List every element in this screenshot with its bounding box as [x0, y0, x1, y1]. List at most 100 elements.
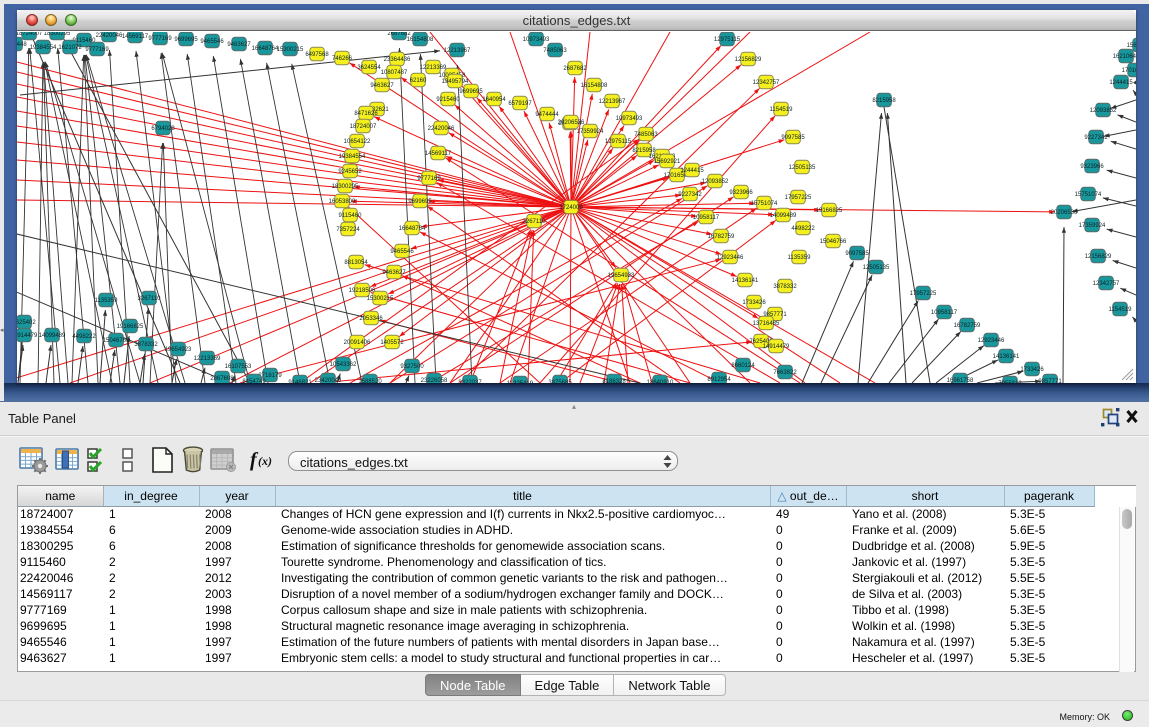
svg-text:3624554: 3624554	[357, 65, 381, 71]
svg-text:17957225: 17957225	[910, 291, 937, 297]
svg-text:15751074: 15751074	[751, 201, 778, 207]
svg-text:19654923: 19654923	[608, 273, 635, 279]
svg-text:20206536: 20206536	[558, 120, 585, 126]
svg-text:8322037: 8322037	[458, 380, 482, 383]
svg-text:16648764: 16648764	[399, 226, 426, 232]
svg-text:12156829: 12156829	[1085, 254, 1112, 260]
svg-text:8660124: 8660124	[731, 363, 755, 369]
svg-text:16782759: 16782759	[708, 234, 735, 240]
svg-text:9463627: 9463627	[370, 83, 394, 89]
svg-text:9463627: 9463627	[382, 270, 406, 276]
svg-text:15300215: 15300215	[367, 296, 394, 302]
svg-text:15692921: 15692921	[654, 159, 681, 165]
svg-text:16648764: 16648764	[252, 46, 279, 52]
svg-text:12975115: 12975115	[714, 37, 741, 43]
svg-text:12342757: 12342757	[753, 80, 780, 86]
svg-text:14136141: 14136141	[993, 354, 1020, 360]
svg-text:4498222: 4498222	[791, 226, 815, 232]
svg-text:8215958: 8215958	[872, 98, 896, 104]
svg-text:16107553: 16107553	[225, 364, 252, 370]
svg-text:12342757: 12342757	[1093, 281, 1120, 287]
svg-text:9227342: 9227342	[678, 192, 702, 198]
svg-text:12213369: 12213369	[420, 65, 447, 71]
svg-text:14569117: 14569117	[425, 151, 452, 157]
svg-text:3267110: 3267110	[523, 219, 547, 225]
svg-text:19166825: 19166825	[117, 324, 144, 330]
svg-text:9227342: 9227342	[1084, 135, 1108, 141]
svg-text:22420046: 22420046	[96, 33, 123, 39]
svg-text:14914479: 14914479	[763, 344, 790, 350]
svg-text:16210643: 16210643	[1113, 54, 1136, 60]
svg-text:8990448: 8990448	[17, 42, 27, 48]
svg-text:9857771: 9857771	[1038, 379, 1062, 383]
svg-text:10654122: 10654122	[344, 139, 371, 145]
svg-text:12923446: 12923446	[978, 338, 1005, 344]
svg-text:23420046: 23420046	[315, 378, 342, 383]
svg-text:18640910: 18640910	[647, 380, 674, 383]
svg-text:12505135: 12505135	[863, 265, 890, 271]
svg-text:9699695: 9699695	[459, 89, 483, 95]
svg-text:10958117: 10958117	[931, 310, 958, 316]
svg-text:3267110: 3267110	[138, 296, 162, 302]
svg-text:15046766: 15046766	[103, 338, 130, 344]
svg-text:15692921: 15692921	[1127, 43, 1136, 49]
svg-text:18724007: 18724007	[17, 32, 43, 37]
svg-text:17359924: 17359924	[1079, 223, 1106, 229]
svg-text:8471626: 8471626	[354, 111, 378, 117]
svg-text:12093852: 12093852	[702, 179, 729, 185]
svg-text:9474444: 9474444	[535, 112, 559, 118]
svg-text:1405572: 1405572	[380, 340, 404, 346]
svg-text:14569117: 14569117	[122, 34, 149, 40]
svg-text:10958117: 10958117	[693, 215, 720, 221]
svg-text:19166825: 19166825	[816, 208, 843, 214]
svg-text:12923446: 12923446	[717, 255, 744, 261]
svg-text:9115460: 9115460	[339, 213, 363, 219]
svg-text:1640954: 1640954	[482, 97, 506, 103]
svg-text:9777169: 9777169	[417, 176, 441, 182]
svg-text:1724009: 1724009	[559, 205, 583, 211]
svg-text:20206536: 20206536	[1051, 210, 1078, 216]
svg-text:10543362: 10543362	[330, 362, 357, 368]
svg-text:7625402: 7625402	[17, 320, 36, 326]
svg-text:3878332: 3878332	[773, 284, 797, 290]
svg-text:1244415: 1244415	[680, 168, 704, 174]
svg-text:19218506: 19218506	[349, 288, 376, 294]
svg-text:2053346: 2053346	[359, 316, 383, 322]
svg-text:9465546: 9465546	[390, 249, 414, 255]
svg-text:17957225: 17957225	[785, 195, 812, 201]
svg-text:16053809: 16053809	[329, 199, 356, 205]
svg-text:6579197: 6579197	[508, 101, 532, 107]
svg-text:12213967: 12213967	[599, 99, 626, 105]
svg-text:23226058: 23226058	[421, 378, 448, 383]
svg-text:19654923: 19654923	[165, 347, 192, 353]
svg-text:9097585: 9097585	[781, 135, 805, 141]
svg-text:20091406: 20091406	[344, 340, 371, 346]
svg-text:9699695: 9699695	[174, 37, 198, 43]
svg-text:9146821: 9146821	[288, 380, 312, 383]
svg-text:12213369: 12213369	[194, 356, 221, 362]
svg-text:9097585: 9097585	[845, 251, 869, 257]
svg-text:23364436: 23364436	[384, 57, 411, 63]
svg-text:15046766: 15046766	[820, 239, 847, 245]
svg-text:16782759: 16782759	[954, 323, 981, 329]
svg-text:3875685: 3875685	[548, 380, 572, 383]
svg-text:7955812: 7955812	[998, 381, 1022, 383]
svg-text:6794028: 6794028	[151, 126, 175, 132]
svg-text:9463627: 9463627	[227, 42, 251, 48]
svg-text:6497568: 6497568	[305, 52, 329, 58]
svg-text:1154519: 1154519	[1109, 307, 1133, 313]
svg-text:1135359: 1135359	[95, 298, 119, 304]
svg-text:9323966: 9323966	[1080, 164, 1104, 170]
svg-text:9465546: 9465546	[200, 39, 224, 45]
svg-text:1244415: 1244415	[1109, 80, 1133, 86]
svg-text:7357224: 7357224	[336, 227, 360, 233]
svg-text:11325419: 11325419	[507, 381, 534, 383]
svg-text:9327500: 9327500	[400, 364, 424, 370]
svg-text:16154808: 16154808	[407, 37, 434, 43]
svg-text:17016504: 17016504	[1122, 68, 1136, 74]
svg-text:8813054: 8813054	[344, 260, 368, 266]
svg-text:746266: 746266	[332, 56, 353, 62]
svg-text:9699695: 9699695	[408, 199, 432, 205]
svg-text:10973493: 10973493	[523, 37, 550, 43]
svg-text:1733426: 1733426	[1020, 367, 1044, 373]
